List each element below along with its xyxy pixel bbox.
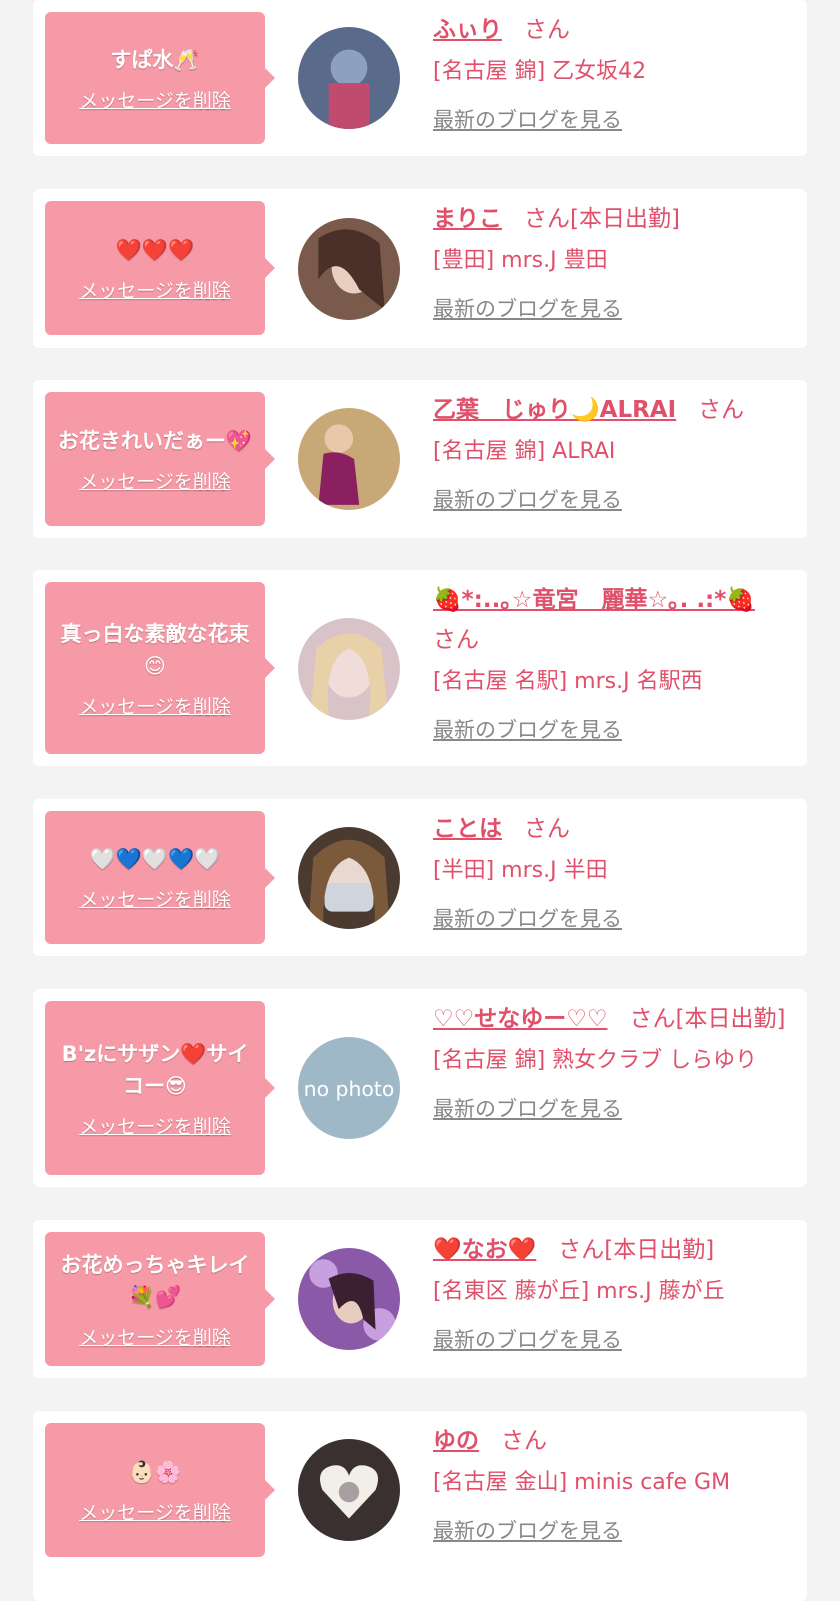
avatar[interactable]	[298, 408, 400, 510]
message-text: B'zにサザン❤️サイコー😎	[61, 1041, 249, 1098]
latest-blog-link[interactable]: 最新のブログを見る	[433, 484, 622, 514]
girl-name-link[interactable]: ♡♡せなゆー♡♡	[433, 1006, 607, 1032]
delete-message-link[interactable]: メッセージを削除	[79, 1112, 231, 1139]
shop-info: [名古屋 錦] 乙女坂42	[433, 59, 647, 84]
avatar[interactable]	[298, 1248, 400, 1350]
latest-blog-link[interactable]: 最新のブログを見る	[433, 1515, 622, 1545]
name-suffix: さん	[433, 627, 479, 653]
girl-name-link[interactable]: 🍓*:..｡☆竜宮 麗華☆｡. .:*🍓	[433, 587, 755, 613]
message-bubble: お花きれいだぁー💖 メッセージを削除	[45, 392, 275, 526]
message-bubble: 真っ白な素敵な花束😊 メッセージを削除	[45, 582, 275, 754]
shop-info: [半田] mrs.J 半田	[433, 858, 608, 883]
message-card: 真っ白な素敵な花束😊 メッセージを削除 🍓*:..｡☆竜宮 麗華☆｡. .:*🍓…	[33, 570, 807, 766]
name-suffix: さん	[501, 1428, 547, 1454]
message-text: 👶🏻🌸	[128, 1459, 182, 1484]
delete-message-link[interactable]: メッセージを削除	[79, 885, 231, 912]
message-bubble: 🤍💙🤍💙🤍 メッセージを削除	[45, 811, 275, 944]
latest-blog-link[interactable]: 最新のブログを見る	[433, 714, 622, 744]
girl-name-link[interactable]: まりこ	[433, 206, 502, 232]
message-card: お花きれいだぁー💖 メッセージを削除 乙葉 じゅり🌙ALRAI さん [名古屋 錦…	[33, 380, 807, 538]
message-card: 🤍💙🤍💙🤍 メッセージを削除 ことは さん [半田] mrs.J 半田 最新のブロ…	[33, 799, 807, 956]
message-bubble: B'zにサザン❤️サイコー😎 メッセージを削除	[45, 1001, 275, 1175]
delete-message-link[interactable]: メッセージを削除	[79, 1498, 231, 1525]
girl-name-link[interactable]: ❤️なお❤️	[433, 1237, 536, 1263]
message-list: すぱ水🥂 メッセージを削除 ふぃり さん [名古屋 錦] 乙女坂42 最新のブログ…	[0, 0, 840, 1601]
name-suffix: さん[本日出勤]	[524, 206, 680, 232]
message-card: ❤️❤️❤️ メッセージを削除 まりこ さん[本日出勤] [豊田] mrs.J 豊…	[33, 189, 807, 348]
message-text: ❤️❤️❤️	[115, 237, 195, 262]
shop-info: [名古屋 錦] 熟女クラブ しらゆり	[433, 1048, 758, 1073]
name-suffix: さん[本日出勤]	[558, 1237, 715, 1263]
message-text: お花きれいだぁー💖	[57, 428, 253, 453]
girl-name-link[interactable]: ゆの	[433, 1428, 479, 1454]
shop-info: [名古屋 名駅] mrs.J 名駅西	[433, 669, 703, 694]
message-bubble: 👶🏻🌸 メッセージを削除	[45, 1423, 275, 1557]
avatar[interactable]	[298, 27, 400, 129]
message-bubble: ❤️❤️❤️ メッセージを削除	[45, 201, 275, 335]
avatar[interactable]: no photo	[298, 1037, 400, 1139]
shop-info: [名古屋 錦] ALRAI	[433, 439, 616, 464]
message-card: お花めっちゃキレイ💐💕 メッセージを削除 ❤️なお❤️ さん[本日出勤] [名東区…	[33, 1220, 807, 1378]
avatar[interactable]	[298, 218, 400, 320]
girl-name-link[interactable]: 乙葉 じゅり🌙ALRAI	[433, 397, 676, 423]
delete-message-link[interactable]: メッセージを削除	[79, 1323, 231, 1350]
latest-blog-link[interactable]: 最新のブログを見る	[433, 293, 622, 323]
name-suffix: さん	[524, 17, 570, 43]
delete-message-link[interactable]: メッセージを削除	[79, 692, 231, 719]
shop-info: [名東区 藤が丘] mrs.J 藤が丘	[433, 1279, 725, 1304]
shop-info: [名古屋 金山] minis cafe GM	[433, 1470, 731, 1495]
girl-name-link[interactable]: ことは	[433, 816, 502, 842]
avatar[interactable]	[298, 618, 400, 720]
no-photo-text: no photo	[304, 1077, 395, 1101]
shop-info: [豊田] mrs.J 豊田	[433, 248, 608, 273]
avatar[interactable]	[298, 1439, 400, 1541]
latest-blog-link[interactable]: 最新のブログを見る	[433, 903, 622, 933]
name-suffix: さん	[524, 816, 570, 842]
message-text: 🤍💙🤍💙🤍	[89, 847, 221, 871]
message-card: B'zにサザン❤️サイコー😎 メッセージを削除 no photo ♡♡せなゆー♡…	[33, 989, 807, 1187]
latest-blog-link[interactable]: 最新のブログを見る	[433, 1093, 622, 1123]
name-suffix: さん	[698, 397, 745, 423]
message-bubble: お花めっちゃキレイ💐💕 メッセージを削除	[45, 1232, 275, 1366]
message-text: お花めっちゃキレイ💐💕	[60, 1252, 250, 1309]
delete-message-link[interactable]: メッセージを削除	[79, 276, 231, 303]
message-text: 真っ白な素敵な花束😊	[60, 621, 250, 678]
delete-message-link[interactable]: メッセージを削除	[79, 467, 231, 494]
latest-blog-link[interactable]: 最新のブログを見る	[433, 1324, 622, 1354]
message-card: すぱ水🥂 メッセージを削除 ふぃり さん [名古屋 錦] 乙女坂42 最新のブログ…	[33, 0, 807, 156]
message-card: 👶🏻🌸 メッセージを削除 ゆの さん [名古屋 金山] minis cafe GM…	[33, 1411, 807, 1601]
avatar[interactable]	[298, 827, 400, 929]
message-bubble: すぱ水🥂 メッセージを削除	[45, 12, 275, 144]
girl-name-link[interactable]: ふぃり	[433, 17, 502, 43]
name-suffix: さん[本日出勤]	[629, 1006, 786, 1032]
delete-message-link[interactable]: メッセージを削除	[79, 86, 231, 113]
message-text: すぱ水🥂	[110, 47, 200, 72]
latest-blog-link[interactable]: 最新のブログを見る	[433, 104, 622, 134]
